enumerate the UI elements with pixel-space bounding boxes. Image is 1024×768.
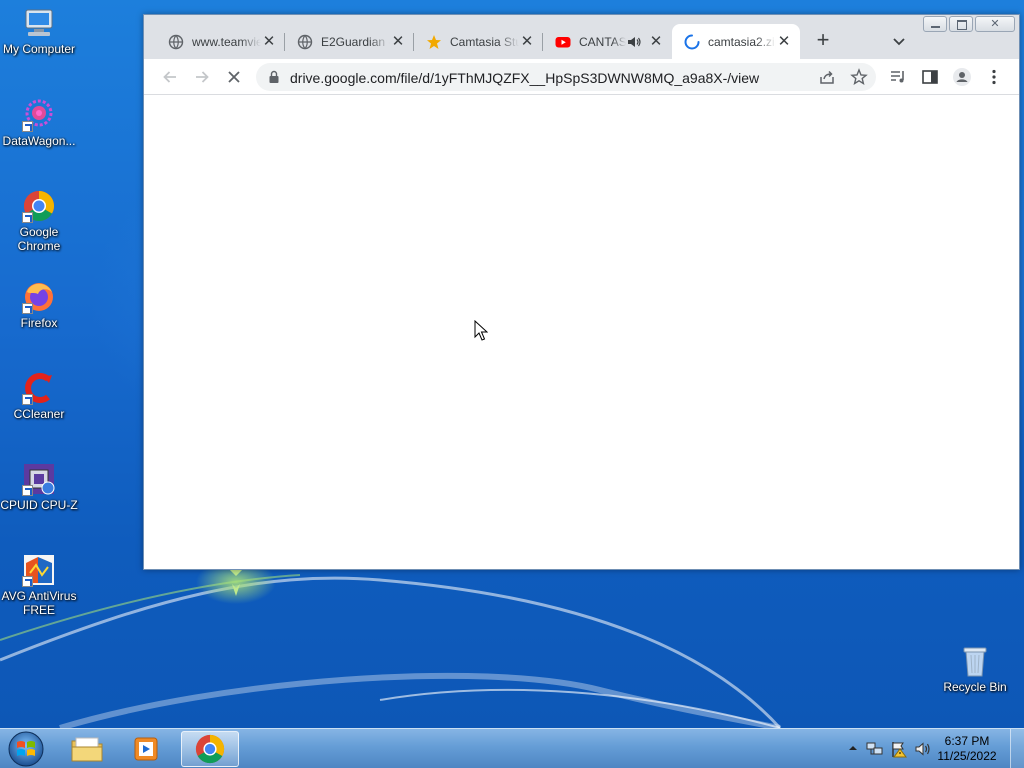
- taskbar-chrome-active[interactable]: [181, 731, 239, 767]
- media-player-icon: [134, 737, 158, 761]
- tab-title: Camtasia Studio: [450, 34, 519, 49]
- tab-google-drive-active[interactable]: camtasia2.zip - Google Drive ✕: [672, 24, 800, 59]
- speaker-icon[interactable]: [626, 34, 642, 50]
- desktop-icon-firefox[interactable]: Firefox: [0, 280, 78, 330]
- desktop-icon-ccleaner[interactable]: CCleaner: [0, 371, 78, 421]
- network-icon[interactable]: [866, 740, 884, 758]
- globe-icon: [168, 34, 184, 50]
- desktop-icon-label: Recycle Bin: [943, 680, 1007, 694]
- desktop-icon-cpuz[interactable]: CPUID CPU-Z: [0, 462, 78, 512]
- desktop-icon-avg[interactable]: AVG AntiVirus FREE: [0, 553, 78, 617]
- back-button[interactable]: [160, 67, 180, 87]
- side-panel-icon[interactable]: [920, 67, 940, 87]
- loading-spinner-icon: [684, 34, 700, 50]
- window-controls: [923, 16, 1015, 32]
- action-center-flag-icon[interactable]: [890, 740, 908, 758]
- desktop-icon-label: My Computer: [2, 42, 76, 56]
- show-hidden-icons-arrow-icon[interactable]: [848, 742, 858, 752]
- tab-camtasia-studio[interactable]: Camtasia Studio ✕: [414, 24, 543, 59]
- profile-avatar-icon[interactable]: [952, 67, 972, 87]
- desktop-icon-recycle-bin[interactable]: Recycle Bin: [936, 644, 1014, 694]
- folder-icon: [71, 737, 103, 762]
- show-desktop-button[interactable]: [1010, 729, 1024, 768]
- desktop-icon-label: CPUID CPU-Z: [0, 498, 78, 512]
- mouse-cursor-icon: [474, 320, 488, 341]
- page-content-blank[interactable]: [144, 96, 1019, 569]
- recycle-bin-icon: [958, 644, 992, 678]
- clock-time: 6:37 PM: [944, 734, 990, 748]
- close-tab-icon[interactable]: ✕: [519, 33, 535, 50]
- media-control-icon[interactable]: [888, 67, 908, 87]
- datawagon-icon: [22, 98, 56, 132]
- star-icon: [426, 34, 442, 50]
- desktop-icon-label: CCleaner: [13, 407, 65, 421]
- chrome-icon: [195, 734, 225, 764]
- tab-title: www.teamviewer.com: [192, 34, 261, 49]
- menu-kebab-icon[interactable]: [984, 67, 1004, 87]
- cpuz-icon: [22, 462, 56, 496]
- volume-speaker-icon[interactable]: [914, 740, 932, 758]
- tab-strip: www.teamviewer.com ✕ E2Guardian - Access…: [144, 15, 1019, 59]
- taskbar: 6:37 PM 11/25/2022: [0, 728, 1024, 768]
- tab-e2guardian[interactable]: E2Guardian - Access Denied ✕: [285, 24, 414, 59]
- start-button[interactable]: [6, 730, 46, 768]
- desktop-icon-label: AVG AntiVirus FREE: [1, 589, 77, 617]
- close-window-button[interactable]: [975, 16, 1015, 32]
- url-text[interactable]: drive.google.com/file/d/1yFThMJQZFX__HpS…: [290, 70, 759, 86]
- chrome-icon: [22, 189, 56, 223]
- firefox-icon: [22, 280, 56, 314]
- stop-loading-button[interactable]: [224, 67, 244, 87]
- close-tab-icon[interactable]: ✕: [648, 33, 664, 50]
- desktop-icon-my-computer[interactable]: My Computer: [0, 6, 78, 56]
- desktop-icon-label: Firefox: [20, 316, 58, 330]
- taskbar-windows-explorer[interactable]: [58, 731, 116, 767]
- clock-date: 11/25/2022: [937, 749, 997, 763]
- close-tab-icon[interactable]: ✕: [776, 33, 792, 50]
- avg-icon: [22, 553, 56, 587]
- system-clock[interactable]: 6:37 PM 11/25/2022: [932, 734, 1002, 764]
- tab-title: E2Guardian - Access Denied: [321, 34, 390, 49]
- share-icon[interactable]: [818, 68, 836, 86]
- youtube-icon: [555, 34, 571, 50]
- tab-title: CANTASIA: [579, 34, 626, 49]
- new-tab-button[interactable]: +: [812, 29, 834, 52]
- tab-youtube-cantasia[interactable]: CANTASIA ✕: [543, 24, 672, 59]
- tab-teamviewer[interactable]: www.teamviewer.com ✕: [156, 24, 285, 59]
- bookmark-star-icon[interactable]: [850, 68, 868, 86]
- browser-toolbar: drive.google.com/file/d/1yFThMJQZFX__HpS…: [144, 59, 1019, 95]
- forward-button[interactable]: [192, 67, 212, 87]
- lock-icon[interactable]: [268, 70, 280, 84]
- minimize-button[interactable]: [923, 16, 947, 32]
- desktop-icon-label: Google Chrome: [17, 225, 61, 253]
- tab-title: camtasia2.zip - Google Drive: [708, 34, 776, 49]
- desktop-icon-google-chrome[interactable]: Google Chrome: [0, 189, 78, 253]
- close-tab-icon[interactable]: ✕: [261, 33, 277, 50]
- desktop-icon-label: DataWagon...: [2, 134, 76, 148]
- tab-search-chevron-icon[interactable]: [890, 32, 908, 50]
- ccleaner-icon: [22, 371, 56, 405]
- chrome-window: www.teamviewer.com ✕ E2Guardian - Access…: [143, 14, 1020, 570]
- desktop-icon-datawagon[interactable]: DataWagon...: [0, 98, 78, 148]
- address-bar[interactable]: drive.google.com/file/d/1yFThMJQZFX__HpS…: [256, 63, 876, 91]
- computer-icon: [22, 6, 56, 40]
- close-tab-icon[interactable]: ✕: [390, 33, 406, 50]
- restore-button[interactable]: [949, 16, 973, 32]
- globe-icon: [297, 34, 313, 50]
- taskbar-media-player[interactable]: [118, 731, 176, 767]
